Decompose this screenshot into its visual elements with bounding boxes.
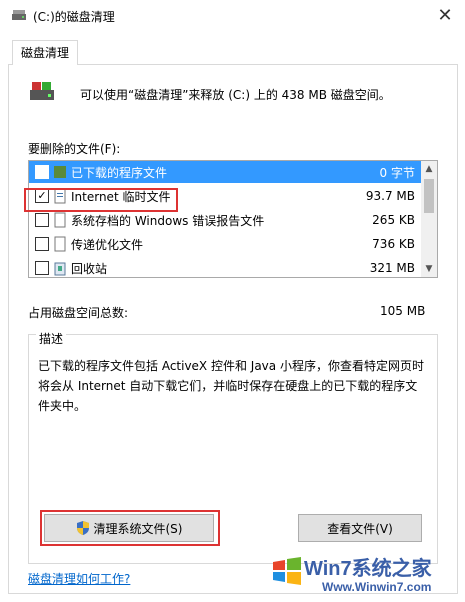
- summary-text: 可以使用“磁盘清理”来释放 (C:) 上的 438 MB 磁盘空间。: [80, 88, 391, 102]
- checkbox[interactable]: [35, 213, 49, 227]
- tab-disk-cleanup[interactable]: 磁盘清理: [12, 40, 79, 65]
- highlight-box: [40, 510, 220, 546]
- file-size: 265 KB: [372, 213, 415, 227]
- scroll-down-icon[interactable]: ▼: [421, 261, 437, 277]
- drive-icon: [30, 82, 54, 100]
- list-item[interactable]: ✓ 已下载的程序文件 0 字节: [29, 161, 421, 183]
- file-size: 321 MB: [369, 261, 415, 275]
- file-name: 已下载的程序文件: [71, 165, 168, 180]
- list-item[interactable]: 传递优化文件 736 KB: [29, 233, 421, 255]
- description-title: 描述: [36, 330, 67, 347]
- file-size: 736 KB: [372, 237, 415, 251]
- disk-cleanup-icon: [12, 10, 26, 20]
- file-name: 系统存档的 Windows 错误报告文件: [71, 213, 265, 228]
- window-title: (C:)的磁盘清理: [33, 10, 115, 24]
- list-item[interactable]: 系统存档的 Windows 错误报告文件 265 KB: [29, 209, 421, 231]
- file-name: 传递优化文件: [71, 237, 144, 252]
- total-space-value: 105 MB: [380, 304, 426, 318]
- description-text: 已下载的程序文件包括 ActiveX 控件和 Java 小程序，你查看特定网页时…: [38, 359, 424, 413]
- total-space-label: 占用磁盘空间总数:: [28, 306, 129, 320]
- highlight-box: [24, 188, 178, 212]
- windows-logo-icon: [273, 557, 301, 585]
- file-name: 回收站: [71, 261, 108, 276]
- scroll-up-icon[interactable]: ▲: [421, 161, 437, 177]
- file-size: 0 字节: [379, 165, 415, 180]
- vertical-scrollbar[interactable]: ▲ ▼: [421, 161, 437, 277]
- checkbox[interactable]: ✓: [35, 165, 49, 179]
- recycle-bin-icon: [54, 262, 66, 276]
- file-list[interactable]: ✓ 已下载的程序文件 0 字节 ✓ Internet 临时文件 93.7 MB …: [28, 160, 438, 278]
- view-files-label: 查看文件(V): [327, 521, 393, 536]
- checkbox[interactable]: [35, 261, 49, 275]
- close-button[interactable]: ✕: [430, 2, 460, 28]
- document-icon: [54, 212, 66, 228]
- files-to-delete-label: 要删除的文件(F):: [28, 142, 121, 156]
- document-icon: [54, 236, 66, 252]
- help-link[interactable]: 磁盘清理如何工作?: [28, 570, 130, 587]
- list-item[interactable]: 回收站 321 MB: [29, 257, 421, 277]
- scroll-thumb[interactable]: [424, 179, 434, 213]
- watermark-url: Www.Winwin7.com: [322, 580, 432, 594]
- file-size: 93.7 MB: [365, 189, 415, 203]
- watermark-title: Win7系统之家: [304, 558, 432, 580]
- checkbox[interactable]: [35, 237, 49, 251]
- view-files-button[interactable]: 查看文件(V): [298, 514, 422, 542]
- download-folder-icon: [54, 166, 66, 178]
- close-icon: ✕: [437, 4, 453, 26]
- watermark: Win7系统之家 Www.Winwin7.com: [270, 548, 460, 600]
